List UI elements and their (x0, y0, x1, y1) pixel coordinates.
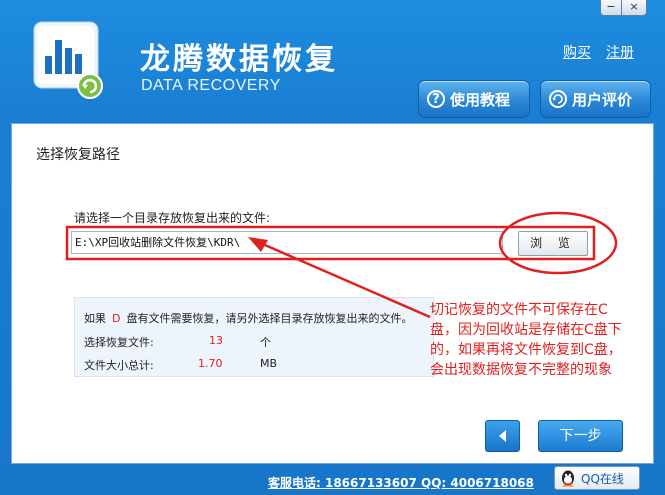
file-count-unit: 个 (260, 336, 271, 349)
user-review-button[interactable]: 用户评价 (540, 80, 651, 118)
app-subtitle: DATA RECOVERY (141, 77, 281, 94)
app-logo-icon (33, 21, 103, 99)
app-window: 龙腾数据恢复 DATA RECOVERY − × 购买 注册 ? 使用教程 用户… (0, 0, 665, 495)
drive-warning-suffix: 盘有文件需要恢复，请另外选择目录存放恢复出来的文件。 (126, 312, 413, 325)
file-count-value: 13 (209, 334, 223, 347)
annotation-text: 切记恢复的文件不可保存在C盘，因为回收站是存储在C盘下的，如果再将文件恢复到C盘… (430, 302, 622, 378)
drive-letter: D (112, 312, 121, 325)
minimize-button[interactable]: − (600, 0, 622, 16)
app-title: 龙腾数据恢复 (140, 42, 338, 77)
browse-button[interactable]: 浏 览 (518, 231, 588, 256)
content-panel: 选择恢复路径 请选择一个目录存放恢复出来的文件: E:\XP回收站删除文件恢复\… (11, 123, 654, 464)
recovery-info-panel: 如果 D 盘有文件需要恢复，请另外选择目录存放恢复出来的文件。 选择恢复文件: 13… (74, 297, 434, 377)
path-prompt: 请选择一个目录存放恢复出来的文件: (74, 211, 271, 225)
drive-warning: 如果 D 盘有文件需要恢复，请另外选择目录存放恢复出来的文件。 (84, 310, 412, 326)
contact-info[interactable]: 客服电话: 18667133607 QQ: 4006718068 (268, 474, 534, 491)
qq-online-label: QQ在线 (581, 471, 624, 486)
file-size-unit: MB (260, 357, 278, 370)
qq-online-button[interactable]: QQ在线 (554, 466, 640, 490)
annotation-note: 切记恢复的文件不可保存在C盘，因为回收站是存储在C盘下的，如果再将文件恢复到C盘… (430, 300, 632, 412)
file-size-row: 文件大小总计: 1.70 MB (84, 357, 277, 373)
help-tutorial-button[interactable]: ? 使用教程 (418, 80, 530, 118)
file-count-row: 选择恢复文件: 13 个 (84, 334, 271, 350)
buy-link[interactable]: 购买 (563, 42, 591, 62)
recycle-icon (549, 90, 567, 108)
question-icon: ? (427, 90, 445, 108)
qq-penguin-icon (562, 470, 574, 487)
help-tutorial-label: 使用教程 (450, 90, 511, 109)
file-size-value: 1.70 (198, 357, 223, 370)
next-step-button[interactable]: 下一步 (538, 420, 623, 452)
register-link[interactable]: 注册 (606, 42, 634, 62)
arrow-left-icon (498, 430, 506, 442)
user-review-label: 用户评价 (572, 90, 633, 109)
section-title: 选择恢复路径 (36, 147, 120, 163)
file-size-label: 文件大小总计: (84, 359, 154, 372)
back-button[interactable] (485, 420, 520, 452)
drive-warning-prefix: 如果 (84, 312, 106, 325)
file-count-label: 选择恢复文件: (84, 336, 154, 349)
close-button[interactable]: × (621, 0, 647, 16)
save-path-input[interactable]: E:\XP回收站删除文件恢复\KDR\ (71, 231, 503, 254)
